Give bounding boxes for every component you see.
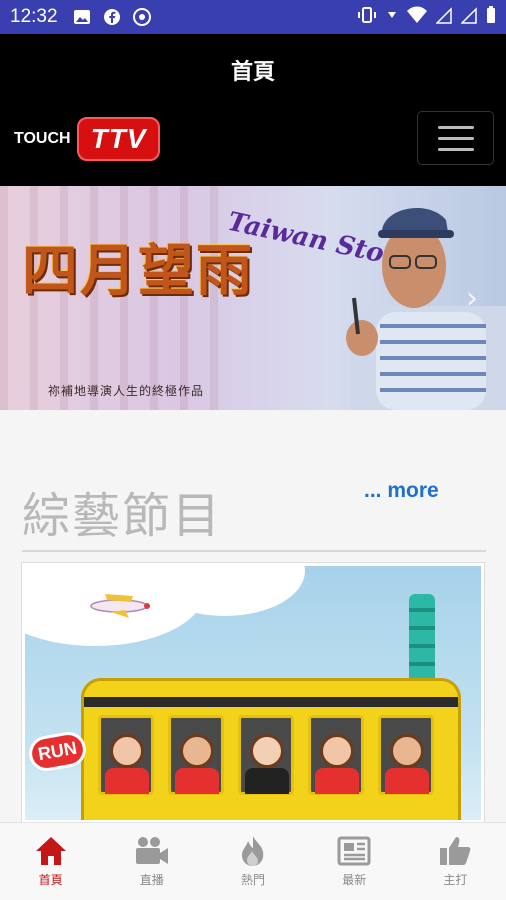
airplane-icon bbox=[90, 594, 150, 618]
hero-banner[interactable]: 四月望雨 Taiwan Story 祢補地導演人生的終極作品 › bbox=[0, 186, 506, 410]
vibrate-icon bbox=[357, 6, 377, 28]
facebook-icon bbox=[102, 7, 122, 27]
hamburger-menu-button[interactable] bbox=[417, 111, 494, 165]
logo-touch-text: TOUCH bbox=[14, 130, 71, 147]
run-badge: RUN bbox=[26, 729, 89, 774]
banner-show-title: 四月望雨 bbox=[22, 238, 254, 304]
signal-icon bbox=[460, 6, 477, 28]
program-card[interactable]: RUN bbox=[22, 563, 484, 823]
bottom-nav: 首頁 直播 熱門 最新 主打 bbox=[0, 822, 506, 900]
battery-icon bbox=[486, 6, 496, 28]
page-title: 首頁 bbox=[230, 60, 275, 85]
data-arrows-icon bbox=[386, 6, 398, 28]
fire-icon bbox=[242, 836, 264, 866]
divider bbox=[22, 550, 486, 552]
tab-hot-label: 熱門 bbox=[241, 873, 266, 887]
chevron-right-icon[interactable]: › bbox=[466, 281, 478, 316]
site-header: TOUCH TTV bbox=[0, 106, 506, 186]
signal-icon bbox=[435, 6, 452, 28]
tab-home-label: 首頁 bbox=[38, 873, 63, 887]
app-bar: 首頁 bbox=[0, 34, 506, 106]
image-icon bbox=[72, 7, 92, 27]
tab-latest[interactable]: 最新 bbox=[304, 823, 405, 900]
newspaper-icon bbox=[337, 836, 371, 866]
logo-ttv-text: TTV bbox=[76, 117, 161, 161]
variety-section: 綜藝節目 ... more RUN bbox=[0, 410, 506, 823]
status-time: 12:32 bbox=[10, 6, 58, 27]
chrome-icon bbox=[132, 7, 152, 27]
tab-live[interactable]: 直播 bbox=[101, 823, 202, 900]
tab-live-label: 直播 bbox=[139, 873, 164, 887]
bus-image bbox=[81, 678, 461, 820]
tab-featured[interactable]: 主打 bbox=[405, 823, 506, 900]
hamburger-icon bbox=[437, 125, 474, 129]
section-title: 綜藝節目 bbox=[22, 488, 223, 544]
home-icon bbox=[35, 837, 66, 865]
wifi-icon bbox=[407, 6, 427, 28]
tab-featured-label: 主打 bbox=[443, 873, 468, 887]
tab-hot[interactable]: 熱門 bbox=[202, 823, 303, 900]
thumbs-up-icon bbox=[440, 837, 471, 865]
tab-latest-label: 最新 bbox=[342, 873, 367, 887]
status-bar: 12:32 bbox=[0, 0, 506, 34]
banner-person-image bbox=[346, 207, 506, 410]
more-link[interactable]: ... more bbox=[364, 479, 439, 503]
touch-ttv-logo[interactable]: TOUCH TTV bbox=[14, 112, 161, 166]
video-camera-icon bbox=[135, 837, 168, 864]
tab-home[interactable]: 首頁 bbox=[0, 823, 101, 900]
banner-tagline: 祢補地導演人生的終極作品 bbox=[48, 384, 205, 398]
